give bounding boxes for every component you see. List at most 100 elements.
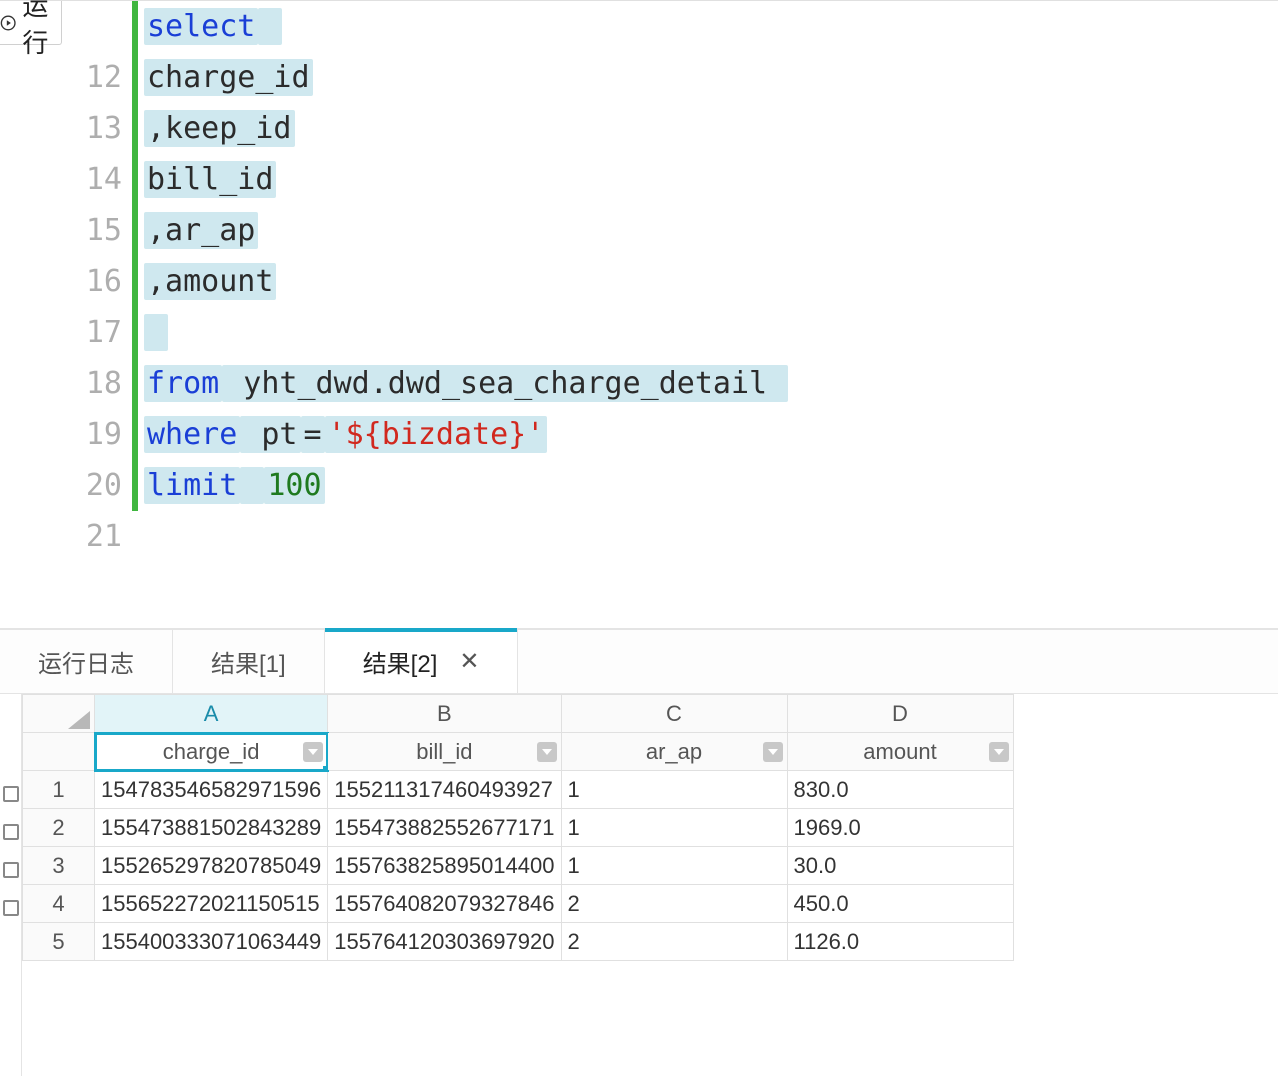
grid-cell[interactable]: 2	[561, 885, 787, 923]
grid-cell[interactable]: 155400333071063449	[95, 923, 328, 961]
grid-cell[interactable]: 830.0	[787, 771, 1013, 809]
grid-cell[interactable]: 155764082079327846	[328, 885, 561, 923]
code-line[interactable]: ,keep_id	[144, 103, 788, 154]
sql-editor-area: 运行 12131415161718192021 select charge_id…	[0, 0, 1278, 628]
run-button[interactable]: 运行	[0, 1, 62, 45]
grid-cell[interactable]: 1	[561, 809, 787, 847]
play-icon	[0, 12, 16, 34]
line-number: 17	[62, 307, 122, 358]
code-line[interactable]	[144, 307, 788, 358]
chevron-down-icon[interactable]	[763, 742, 783, 762]
results-panel: ABCDcharge_idbill_idar_apamount115478354…	[0, 694, 1278, 1076]
code-token: ,amount	[144, 263, 276, 300]
grid-cell[interactable]: 154783546582971596	[95, 771, 328, 809]
code-token: select	[144, 8, 258, 45]
chevron-down-icon[interactable]	[537, 742, 557, 762]
grid-cell[interactable]: 155265297820785049	[95, 847, 328, 885]
tool-icon[interactable]	[3, 824, 19, 840]
grid-cell[interactable]: 155473881502843289	[95, 809, 328, 847]
grid-cell[interactable]: 450.0	[787, 885, 1013, 923]
results-tab[interactable]: 运行日志	[0, 630, 173, 693]
tab-label: 运行日志	[38, 644, 134, 679]
line-number: 18	[62, 358, 122, 409]
code-token: charge_id	[144, 59, 313, 96]
code-line[interactable]: limit 100	[144, 460, 788, 511]
editor-body: 12131415161718192021 select charge_id ,ke…	[62, 1, 788, 628]
editor-left-strip: 运行	[0, 1, 62, 628]
tab-label: 结果[1]	[211, 644, 286, 679]
grid-cell[interactable]: 1126.0	[787, 923, 1013, 961]
tool-icon[interactable]	[3, 786, 19, 802]
code-token	[258, 8, 282, 45]
grid-cell[interactable]: 2	[561, 923, 787, 961]
results-tab[interactable]: 结果[1]	[173, 630, 325, 693]
grid-corner[interactable]	[23, 695, 95, 733]
line-number: 16	[62, 256, 122, 307]
row-header[interactable]: 3	[23, 847, 95, 885]
field-header-label: bill_id	[416, 739, 472, 764]
field-header[interactable]: charge_id	[95, 733, 328, 771]
code-line[interactable]: ,amount	[144, 256, 788, 307]
code-line[interactable]: from yht_dwd.dwd_sea_charge_detail	[144, 358, 788, 409]
code-line[interactable]	[144, 511, 788, 562]
line-number: 13	[62, 103, 122, 154]
code-token: where	[144, 416, 240, 453]
code-token: ,keep_id	[144, 110, 295, 147]
chevron-down-icon[interactable]	[303, 742, 323, 762]
code-line[interactable]: ,ar_ap	[144, 205, 788, 256]
results-toolbar	[0, 694, 22, 1076]
grid-cell[interactable]: 1	[561, 847, 787, 885]
field-header-label: ar_ap	[646, 739, 702, 764]
line-number-gutter: 12131415161718192021	[62, 1, 132, 628]
results-grid[interactable]: ABCDcharge_idbill_idar_apamount115478354…	[22, 694, 1014, 961]
field-header[interactable]: bill_id	[328, 733, 561, 771]
row-header	[23, 733, 95, 771]
column-letter-header[interactable]: B	[328, 695, 561, 733]
close-icon[interactable]: ✕	[459, 647, 479, 676]
line-number: 19	[62, 409, 122, 460]
row-header[interactable]: 5	[23, 923, 95, 961]
field-header-label: amount	[863, 739, 936, 764]
line-number: 12	[62, 52, 122, 103]
field-header[interactable]: ar_ap	[561, 733, 787, 771]
line-number: 14	[62, 154, 122, 205]
line-number: 15	[62, 205, 122, 256]
column-letter-header[interactable]: A	[95, 695, 328, 733]
grid-cell[interactable]: 155764120303697920	[328, 923, 561, 961]
column-letter-header[interactable]: D	[787, 695, 1013, 733]
run-button-label: 运行	[22, 0, 61, 60]
grid-cell[interactable]: 155211317460493927	[328, 771, 561, 809]
results-grid-wrap: ABCDcharge_idbill_idar_apamount115478354…	[22, 694, 1278, 1076]
results-tab[interactable]: 结果[2] ✕	[325, 630, 519, 693]
chevron-down-icon[interactable]	[989, 742, 1009, 762]
code-token	[240, 467, 264, 504]
code-token: from	[144, 365, 222, 402]
tool-icon[interactable]	[3, 862, 19, 878]
tab-label: 结果[2]	[363, 644, 438, 679]
grid-cell[interactable]: 1	[561, 771, 787, 809]
code-token: ,ar_ap	[144, 212, 258, 249]
line-number: 20	[62, 460, 122, 511]
code-token: pt	[240, 416, 300, 453]
code-line[interactable]: where pt='${bizdate}'	[144, 409, 788, 460]
row-header[interactable]: 2	[23, 809, 95, 847]
code-line[interactable]: bill_id	[144, 154, 788, 205]
code-token: yht_dwd.dwd_sea_charge_detail	[222, 365, 788, 402]
code-token: bill_id	[144, 161, 276, 198]
grid-cell[interactable]: 155473882552677171	[328, 809, 561, 847]
field-header[interactable]: amount	[787, 733, 1013, 771]
grid-cell[interactable]: 1969.0	[787, 809, 1013, 847]
line-number: 21	[62, 511, 122, 562]
column-letter-header[interactable]: C	[561, 695, 787, 733]
row-header[interactable]: 4	[23, 885, 95, 923]
row-header[interactable]: 1	[23, 771, 95, 809]
tool-icon[interactable]	[3, 900, 19, 916]
code-token: 100	[264, 467, 324, 504]
grid-cell[interactable]: 155763825895014400	[328, 847, 561, 885]
code-line[interactable]: select	[144, 1, 788, 52]
grid-cell[interactable]: 30.0	[787, 847, 1013, 885]
field-header-label: charge_id	[163, 739, 260, 764]
code-line[interactable]: charge_id	[144, 52, 788, 103]
grid-cell[interactable]: 155652272021150515	[95, 885, 328, 923]
code-content[interactable]: select charge_id ,keep_id bill_id ,ar_ap ,am…	[138, 1, 788, 628]
